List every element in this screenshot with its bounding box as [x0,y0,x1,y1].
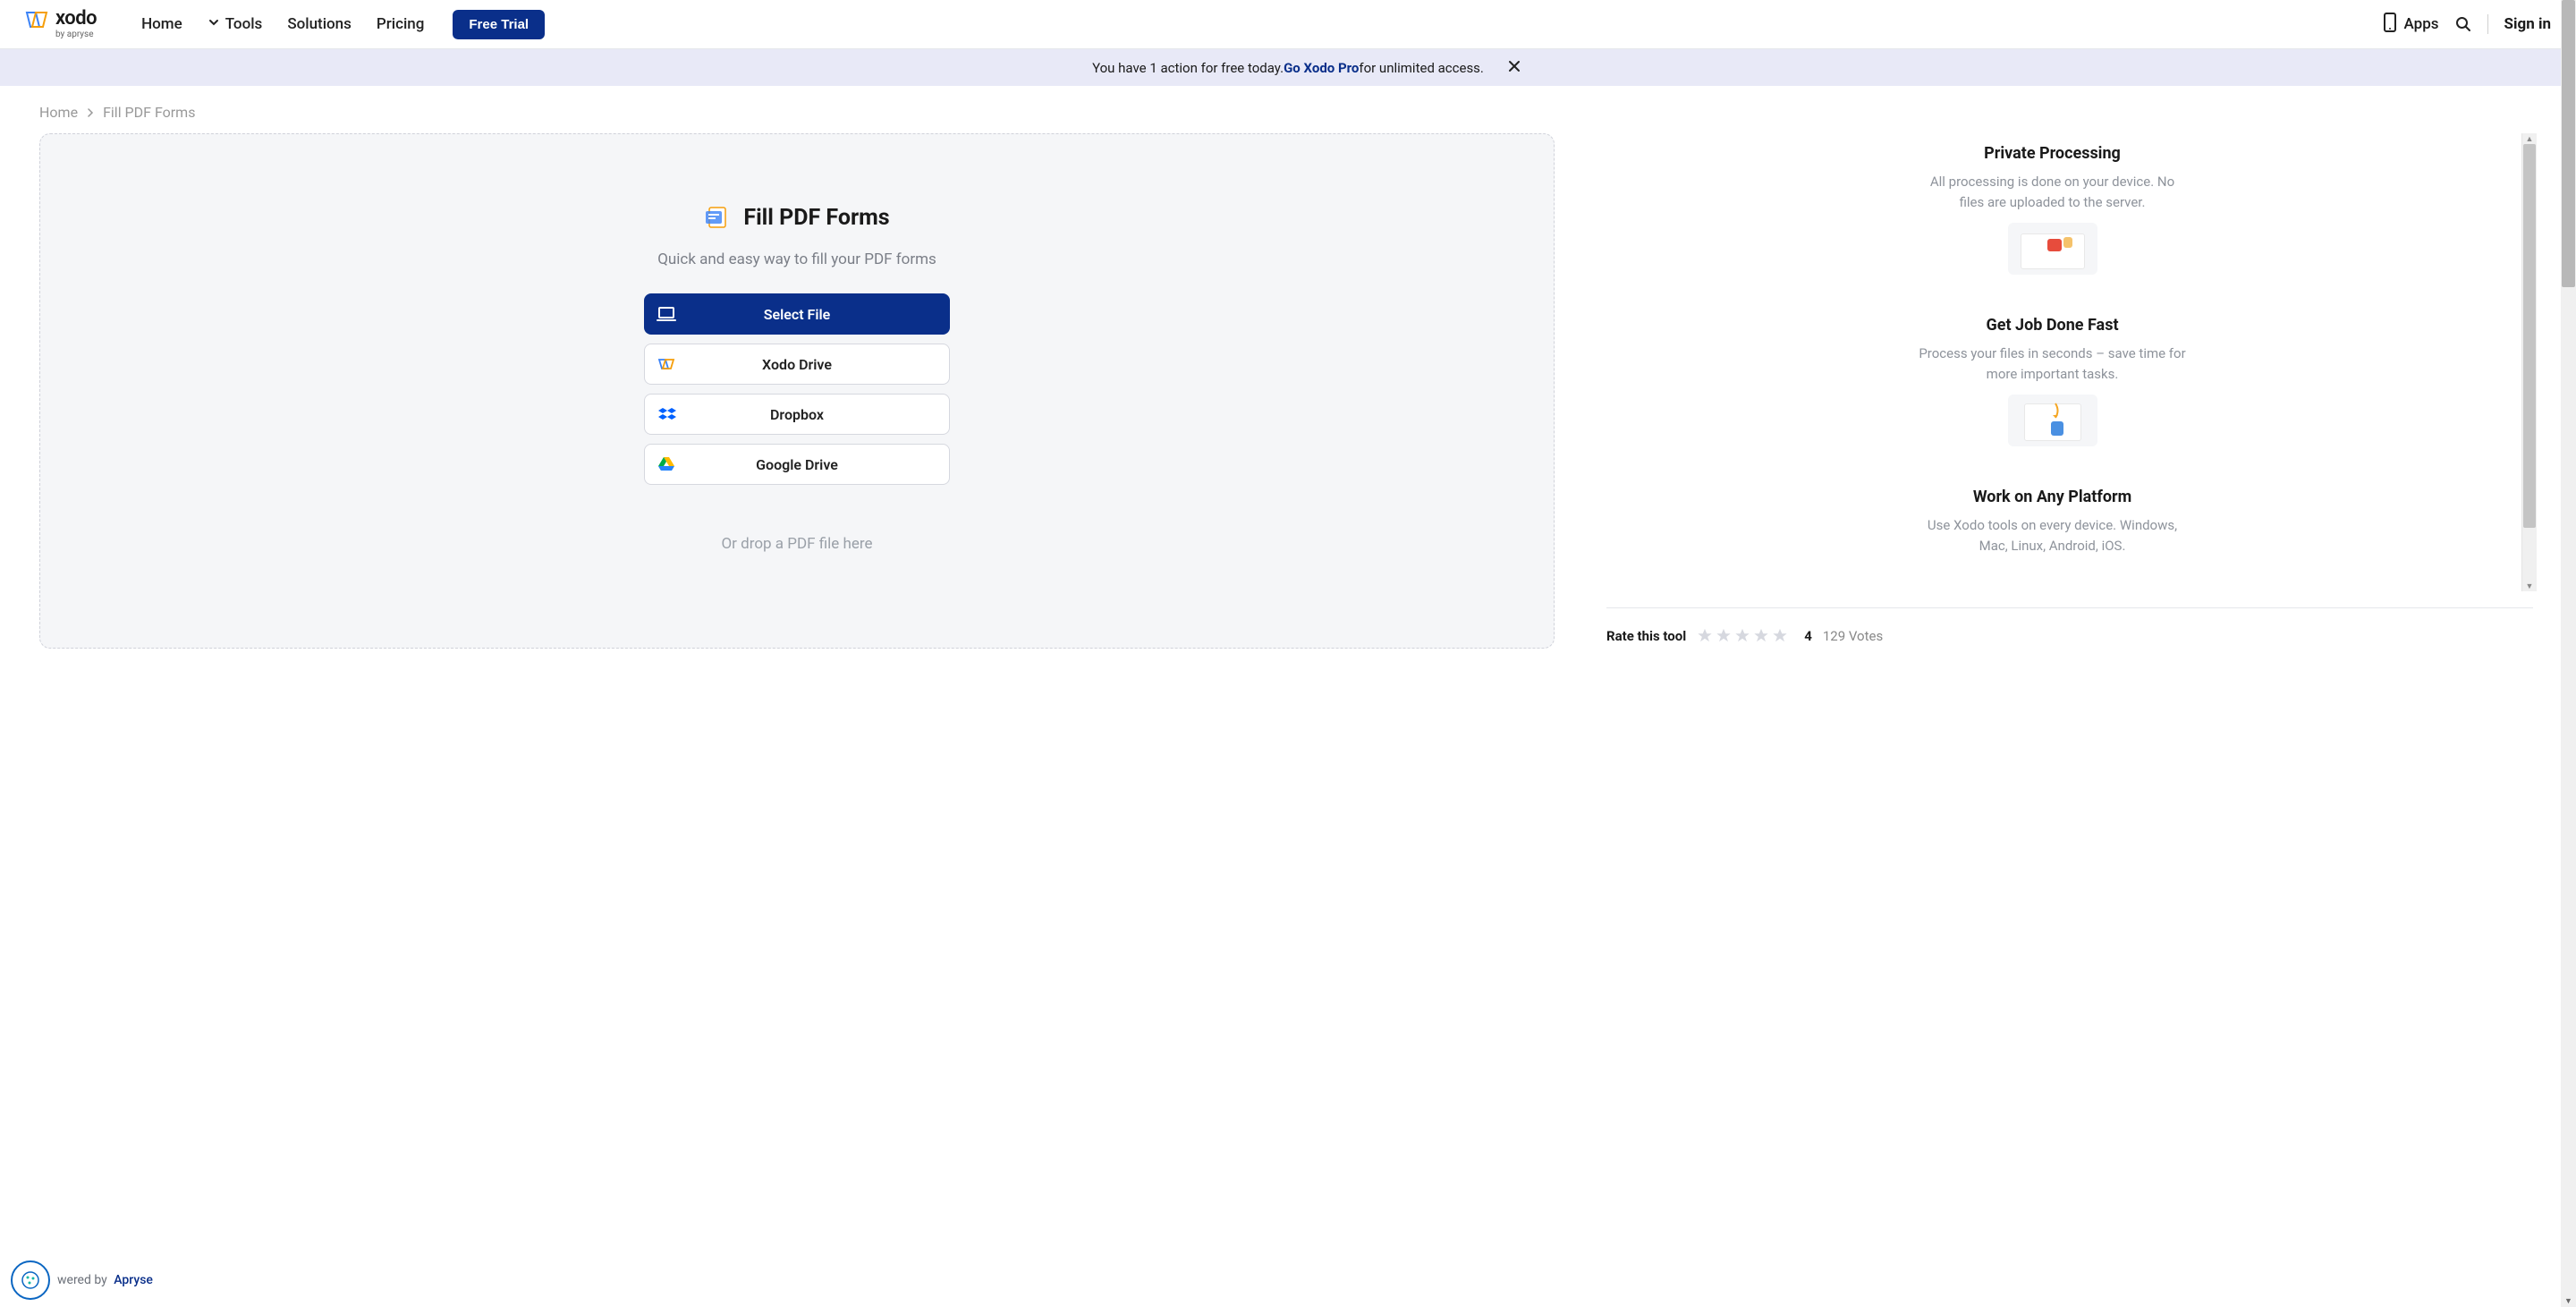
close-icon[interactable] [1508,60,1521,76]
feature-desc: All processing is done on your device. N… [1919,172,2187,212]
scroll-down-arrow-icon[interactable]: ▼ [2522,581,2537,591]
banner-cta[interactable]: Go Xodo Pro [1284,60,1359,76]
chevron-right-icon [87,104,94,121]
rating-score: 4 [1804,628,1812,644]
promo-banner: You have 1 action for free today. Go Xod… [0,49,2576,86]
breadcrumb-current: Fill PDF Forms [103,104,195,121]
page-scrollbar[interactable]: ▼ [2561,0,2576,1307]
main-nav: Home Tools Solutions Pricing Free Trial [141,10,545,39]
google-drive-icon [657,456,675,472]
nav-tools[interactable]: Tools [208,15,263,33]
nav-home[interactable]: Home [141,15,182,33]
feature-title: Work on Any Platform [1606,488,2498,506]
banner-text-before: You have 1 action for free today. [1092,60,1284,76]
dropbox-button[interactable]: Dropbox [644,394,950,435]
feature-desc: Use Xodo tools on every device. Windows,… [1919,515,2187,556]
logo-name: xodo [55,9,97,29]
apps-link[interactable]: Apps [2383,13,2439,37]
drop-hint: Or drop a PDF file here [721,535,872,553]
chevron-down-icon [208,15,220,33]
signin-link[interactable]: Sign in [2504,15,2551,33]
breadcrumb: Home Fill PDF Forms [0,86,2576,133]
file-source-buttons: Select File Xodo Drive Dropbox Google Dr… [644,293,950,485]
free-trial-button[interactable]: Free Trial [453,10,545,39]
feature-desc: Process your files in seconds – save tim… [1919,344,2187,384]
scroll-thumb[interactable] [2523,144,2536,528]
scroll-down-arrow-icon[interactable]: ▼ [2561,1294,2576,1307]
feature-get-job-done-fast: Get Job Done Fast Process your files in … [1606,316,2498,446]
rating-stars[interactable] [1697,628,1788,644]
cookie-widget[interactable]: wered by Apryse [11,1260,153,1300]
apryse-link[interactable]: Apryse [114,1273,153,1287]
fill-pdf-forms-icon [704,204,731,231]
search-icon[interactable] [2455,16,2471,32]
google-drive-button[interactable]: Google Drive [644,444,950,485]
rating-votes: 129 Votes [1823,628,1883,644]
star-icon[interactable] [1734,628,1750,644]
file-drop-panel[interactable]: Fill PDF Forms Quick and easy way to fil… [39,133,1555,649]
illustration-fast [2008,395,2097,446]
star-icon[interactable] [1753,628,1769,644]
illustration-private [2008,223,2097,275]
feature-title: Get Job Done Fast [1606,316,2498,335]
page-scroll-thumb[interactable] [2562,0,2575,287]
rating-row: Rate this tool 4 129 Votes [1606,607,2533,644]
xodo-drive-icon [657,356,677,372]
laptop-icon [657,306,676,322]
features-scrollbar[interactable]: ▲ ▼ [2521,133,2537,591]
tool-header: Fill PDF Forms [704,204,889,231]
powered-by: wered by Apryse [57,1273,153,1287]
feature-title: Private Processing [1606,144,2498,163]
tool-subtitle: Quick and easy way to fill your PDF form… [657,250,936,268]
main-content: Fill PDF Forms Quick and easy way to fil… [0,133,2576,666]
breadcrumb-home[interactable]: Home [39,104,78,121]
tool-title: Fill PDF Forms [743,205,889,231]
select-file-button[interactable]: Select File [644,293,950,335]
cookie-icon[interactable] [11,1260,50,1300]
feature-any-platform: Work on Any Platform Use Xodo tools on e… [1606,488,2498,556]
logo-subtext: by apryse [55,30,97,39]
nav-solutions[interactable]: Solutions [287,15,352,33]
app-header: xodo by apryse Home Tools Solutions Pric… [0,0,2576,49]
star-icon[interactable] [1697,628,1713,644]
rating-label: Rate this tool [1606,628,1686,644]
feature-private-processing: Private Processing All processing is don… [1606,144,2498,275]
scroll-up-arrow-icon[interactable]: ▲ [2522,133,2537,144]
star-icon[interactable] [1716,628,1732,644]
xodo-drive-button[interactable]: Xodo Drive [644,344,950,385]
star-icon[interactable] [1772,628,1788,644]
banner-text-after: for unlimited access. [1359,60,1484,76]
features-sidebar: Private Processing All processing is don… [1606,133,2537,591]
dropbox-icon [657,406,677,422]
xodo-logo-icon [25,9,50,30]
mobile-icon [2383,13,2397,37]
nav-pricing[interactable]: Pricing [377,15,425,33]
header-right: Apps Sign in [2383,13,2551,37]
logo[interactable]: xodo by apryse [25,9,97,39]
divider [2487,14,2488,34]
